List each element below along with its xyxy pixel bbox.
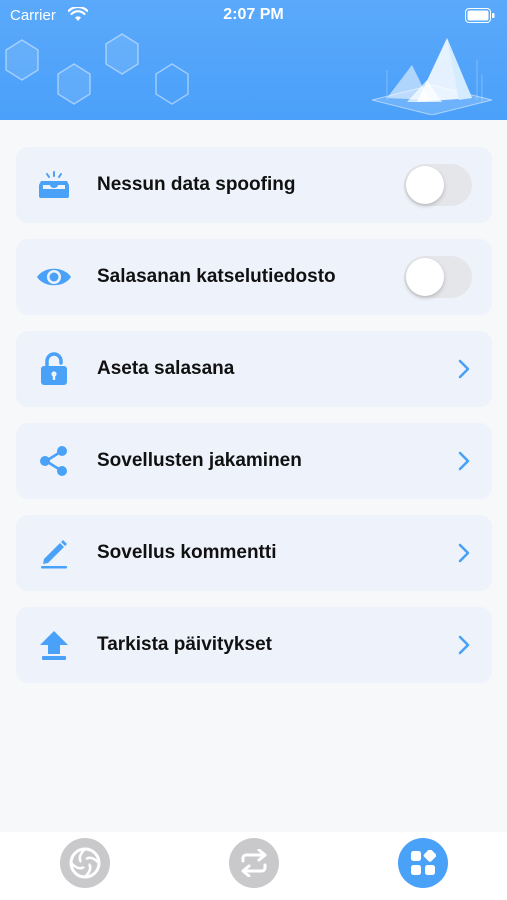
mountain-chart-decoration (371, 38, 493, 115)
hexagon-pattern-decoration (5, 33, 189, 105)
setting-label: Nessun data spoofing (97, 174, 296, 195)
tray-icon (36, 167, 72, 203)
chevron-right-icon (458, 451, 470, 471)
battery-icon (465, 8, 495, 23)
setting-check-updates[interactable]: Tarkista päivitykset (16, 607, 492, 683)
setting-set-password[interactable]: Aseta salasana (16, 331, 492, 407)
share-icon (36, 443, 72, 479)
chevron-right-icon (458, 543, 470, 563)
setting-app-sharing[interactable]: Sovellusten jakaminen (16, 423, 492, 499)
tab-switch[interactable] (229, 838, 279, 888)
header-banner: Carrier 2:07 PM (0, 0, 507, 120)
chevron-right-icon (458, 359, 470, 379)
no-data-spoofing-toggle[interactable] (404, 164, 472, 206)
switch-arrows-icon (241, 849, 267, 877)
setting-label: Salasanan katselutiedosto (97, 266, 336, 287)
setting-no-data-spoofing[interactable]: Nessun data spoofing (16, 147, 492, 223)
pencil-icon (36, 535, 72, 571)
aperture-icon (69, 847, 101, 879)
upload-arrow-icon (36, 627, 72, 663)
clock-time: 2:07 PM (223, 6, 284, 23)
password-view-file-toggle[interactable] (404, 256, 472, 298)
chevron-right-icon (458, 635, 470, 655)
toggle-knob (406, 258, 444, 296)
toggle-knob (406, 166, 444, 204)
tab-aperture[interactable] (60, 838, 110, 888)
tab-apps[interactable] (398, 838, 448, 888)
lock-icon (36, 351, 72, 387)
status-bar: Carrier 2:07 PM (0, 0, 507, 32)
eye-icon (36, 259, 72, 295)
tab-bar (0, 832, 507, 900)
setting-label: Tarkista päivitykset (97, 634, 272, 655)
setting-app-comment[interactable]: Sovellus kommentti (16, 515, 492, 591)
setting-label: Sovellus kommentti (97, 542, 277, 563)
setting-password-view-file[interactable]: Salasanan katselutiedosto (16, 239, 492, 315)
grid-icon (411, 850, 436, 875)
setting-label: Aseta salasana (97, 358, 235, 379)
setting-label: Sovellusten jakaminen (97, 450, 302, 471)
